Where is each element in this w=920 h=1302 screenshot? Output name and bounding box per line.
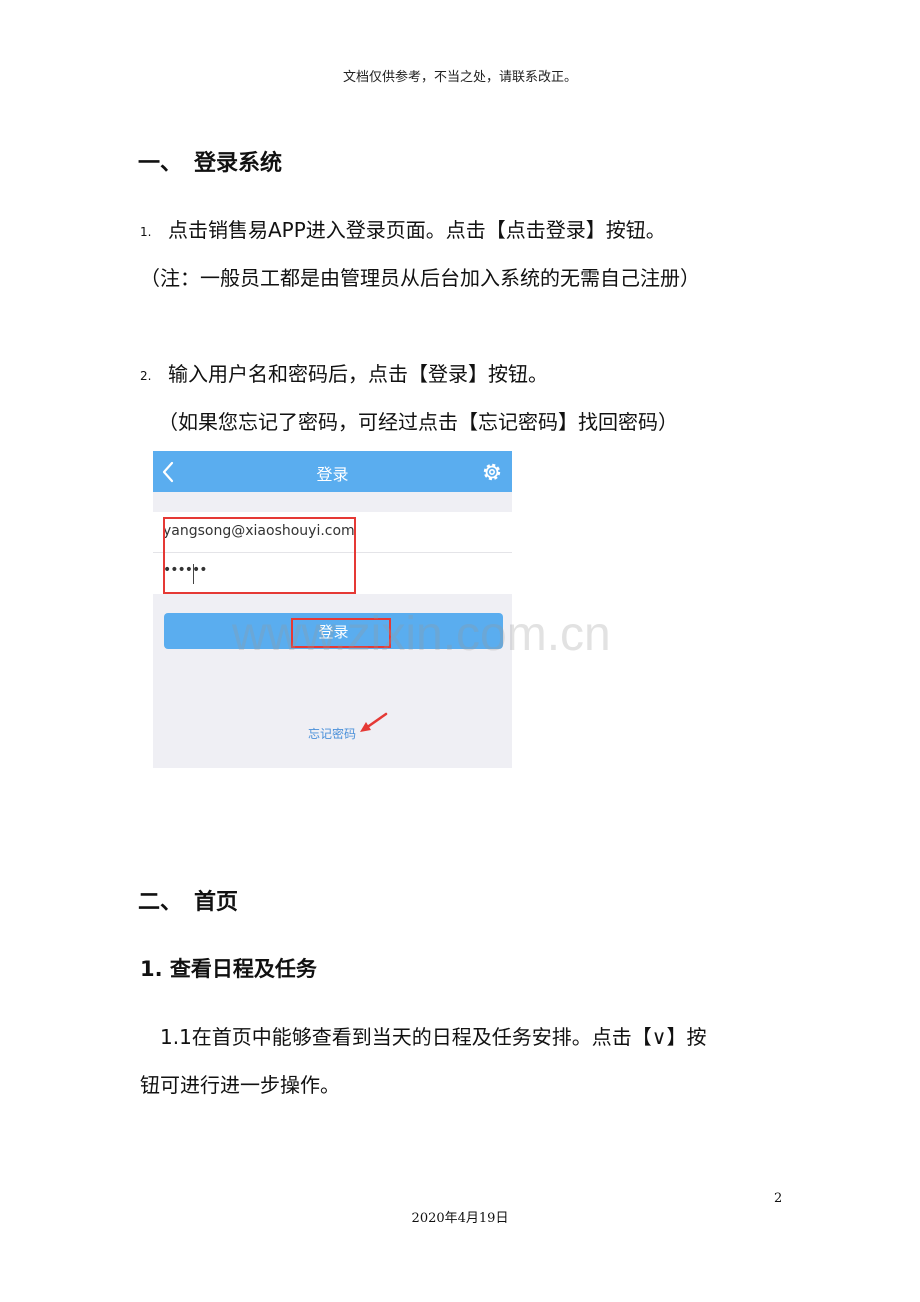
paragraph-line-2: 钮可进行进一步操作。: [140, 1073, 340, 1097]
step2-text: 输入用户名和密码后，点击【登录】按钮。: [168, 362, 548, 386]
section2-number: 二、: [138, 890, 183, 915]
step1-note: （注：一般员工都是由管理员从后台加入系统的无需自己注册）: [140, 266, 700, 290]
paragraph-line-1: 1.1在首页中能够查看到当天的日程及任务安排。点击【∨】按: [160, 1025, 707, 1049]
step1-number: 1.: [140, 224, 152, 239]
phone-screen-title: 登录: [316, 465, 349, 484]
forgot-password-link[interactable]: 忘记密码: [308, 725, 356, 742]
watermark: www.zixin.com.cn: [232, 608, 611, 661]
header-note: 文档仅供参考，不当之处，请联系改正。: [342, 70, 577, 85]
page-number: 2: [774, 1191, 783, 1206]
step2-note: （如果您忘记了密码，可经过点击【忘记密码】找回密码）: [158, 410, 678, 434]
subsection-title: 1. 查看日程及任务: [140, 957, 317, 981]
step1-text: 点击销售易APP进入登录页面。点击【点击登录】按钮。: [168, 218, 666, 242]
phone-nav-bar: 登录: [153, 451, 512, 492]
section2-heading: 二、 首页: [138, 884, 238, 916]
section1-heading: 一、 登录系统: [138, 145, 282, 177]
step2-line: 2. 输入用户名和密码后，点击【登录】按钮。: [140, 358, 548, 387]
red-arrow-icon: [360, 712, 388, 732]
section1-number: 一、: [138, 151, 183, 176]
section1-title: 登录系统: [194, 151, 283, 176]
step2-number: 2.: [140, 368, 152, 383]
section2-title: 首页: [194, 890, 239, 915]
credentials-highlight-box: [163, 517, 356, 594]
gear-icon[interactable]: [481, 461, 503, 483]
footer-date: 2020年4月19日: [411, 1211, 509, 1226]
step1-line: 1. 点击销售易APP进入登录页面。点击【点击登录】按钮。: [140, 214, 666, 243]
